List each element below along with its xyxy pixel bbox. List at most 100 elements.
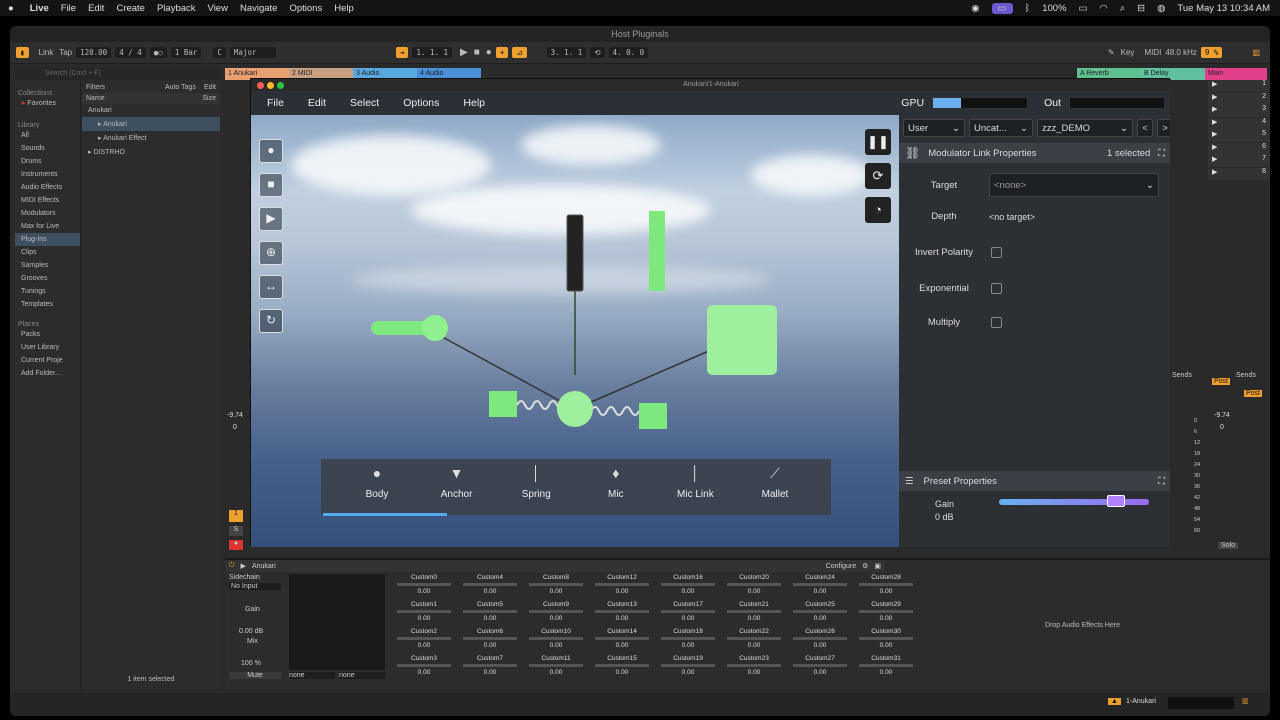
library-item-grooves[interactable]: Grooves (15, 272, 80, 285)
battery-icon[interactable]: ▭ (1079, 3, 1088, 14)
param-slider[interactable] (793, 610, 847, 613)
param-custom8[interactable]: Custom8 0.00 (523, 574, 589, 601)
io-meter-icon[interactable]: ▥ (1252, 48, 1260, 57)
scale-select[interactable]: Major (229, 47, 276, 58)
library-item-clips[interactable]: Clips (15, 246, 80, 259)
library-item-instruments[interactable]: Instruments (15, 168, 80, 181)
scene-play-icon[interactable]: ▶ (1212, 168, 1217, 180)
palette-body[interactable]: ● Body (347, 459, 407, 515)
main-track[interactable]: Main (1205, 68, 1267, 80)
param-value[interactable]: 0.00 (457, 615, 523, 622)
plugin-menu-options[interactable]: Options (403, 97, 439, 109)
tree-item-anukari-effect[interactable]: ▸ Anukari Effect (82, 131, 220, 145)
library-item-plug-ins[interactable]: Plug-Ins (15, 233, 80, 246)
param-value[interactable]: 0.00 (589, 615, 655, 622)
param-value[interactable]: 0.00 (721, 669, 787, 676)
scene-play-icon[interactable]: ▶ (1212, 105, 1217, 117)
param-value[interactable]: 0.00 (721, 615, 787, 622)
param-slider[interactable] (727, 583, 781, 586)
bluetooth-icon[interactable]: ᛒ (1025, 3, 1031, 14)
preset-category-select[interactable]: Uncat... ⌄ (969, 119, 1033, 137)
preset-bank-select[interactable]: User ⌄ (903, 119, 965, 137)
param-custom26[interactable]: Custom26 0.00 (787, 628, 853, 655)
key-map-button[interactable]: Key (1121, 48, 1135, 57)
param-slider[interactable] (595, 583, 649, 586)
library-item-midi-effects[interactable]: MIDI Effects (15, 194, 80, 207)
param-slider[interactable] (397, 664, 451, 667)
param-custom20[interactable]: Custom20 0.00 (721, 574, 787, 601)
menu-live[interactable]: Live (30, 3, 49, 14)
plugin-menu-select[interactable]: Select (350, 97, 379, 109)
param-custom6[interactable]: Custom6 0.00 (457, 628, 523, 655)
places-item-packs[interactable]: Packs (15, 328, 80, 341)
midi-map-button[interactable]: MIDI (1144, 48, 1161, 57)
library-item-tunings[interactable]: Tunings (15, 285, 80, 298)
scene-launch-2[interactable]: ▶ 2 (1208, 92, 1270, 105)
param-value[interactable]: 0.00 (391, 588, 457, 595)
position-field[interactable]: 1. 1. 1 (412, 47, 453, 58)
post-button-main[interactable]: Post (1244, 390, 1263, 397)
col-name[interactable]: Name (86, 95, 105, 102)
places-item-user-library[interactable]: User Library (15, 341, 80, 354)
search-icon[interactable]: ⌕ (1120, 3, 1125, 14)
param-slider[interactable] (397, 583, 451, 586)
sidechain-select[interactable]: No Input (229, 583, 281, 590)
menu-options[interactable]: Options (289, 3, 322, 14)
mix-value[interactable]: 100 % (241, 660, 261, 667)
draw-mode-icon[interactable]: ✎ (1108, 48, 1115, 57)
link-button[interactable]: Link (39, 48, 54, 57)
scene-play-icon[interactable]: ▶ (1212, 155, 1217, 167)
param-custom15[interactable]: Custom15 0.00 (589, 655, 655, 682)
param-value[interactable]: 0.00 (655, 588, 721, 595)
scene-launch-6[interactable]: ▶ 6 (1208, 142, 1270, 155)
param-custom14[interactable]: Custom14 0.00 (589, 628, 655, 655)
control-center-icon[interactable]: ▭ (991, 2, 1013, 14)
menu-help[interactable]: Help (334, 3, 354, 14)
camera-pan-icon[interactable]: ↔ (259, 275, 283, 299)
scene-launch-3[interactable]: ▶ 3 (1208, 105, 1270, 117)
library-item-all[interactable]: All (15, 129, 80, 142)
param-slider[interactable] (793, 664, 847, 667)
palette-anchor[interactable]: ▼ Anchor (427, 459, 487, 515)
toggle-icon[interactable]: ⊟ (1137, 3, 1145, 14)
param-custom19[interactable]: Custom19 0.00 (655, 655, 721, 682)
param-custom10[interactable]: Custom10 0.00 (523, 628, 589, 655)
loop-start-field[interactable]: 3. 1. 1 (546, 47, 587, 58)
prev-preset-button[interactable]: < (1137, 119, 1153, 137)
wifi-icon[interactable]: ◠ (1100, 3, 1108, 14)
param-slider[interactable] (661, 583, 715, 586)
favorites-item[interactable]: ● Favorites (15, 97, 80, 110)
param-value[interactable]: 0.00 (787, 588, 853, 595)
param-custom24[interactable]: Custom24 0.00 (787, 574, 853, 601)
filters-button[interactable]: Filters (86, 84, 105, 91)
multiply-checkbox[interactable] (991, 317, 1002, 328)
scene-play-icon[interactable]: ▶ (1212, 93, 1217, 105)
param-slider[interactable] (595, 664, 649, 667)
scene-launch-7[interactable]: ▶ 7 (1208, 155, 1270, 167)
automation-arm-button[interactable]: ⊿ (512, 47, 527, 58)
param-slider[interactable] (661, 610, 715, 613)
stop-button[interactable]: ■ (474, 47, 480, 58)
param-custom0[interactable]: Custom0 0.00 (391, 574, 457, 601)
menu-navigate[interactable]: Navigate (240, 3, 278, 14)
overview-button[interactable]: ▮ (16, 47, 29, 58)
param-value[interactable]: 0.00 (457, 588, 523, 595)
param-custom13[interactable]: Custom13 0.00 (589, 601, 655, 628)
param-custom5[interactable]: Custom5 0.00 (457, 601, 523, 628)
view-toggle-icon[interactable]: ▥ (1242, 697, 1249, 705)
param-slider[interactable] (793, 637, 847, 640)
param-value[interactable]: 0.00 (787, 669, 853, 676)
scene-launch-1[interactable]: ▶ 1 (1208, 80, 1270, 92)
param-slider[interactable] (463, 637, 517, 640)
tree-item-anukari[interactable]: ▸ Anukari (82, 117, 220, 131)
param-custom25[interactable]: Custom25 0.00 (787, 601, 853, 628)
minimize-window-icon[interactable] (267, 82, 274, 89)
signature-field[interactable]: 4 / 4 (115, 47, 146, 58)
arm-button[interactable]: ● (229, 540, 243, 550)
library-item-max-for-live[interactable]: Max for Live (15, 220, 80, 233)
configure-button[interactable]: Configure (826, 563, 856, 570)
apple-icon[interactable]: ● (8, 3, 14, 14)
mute-button[interactable]: Mute (229, 672, 281, 679)
param-value[interactable]: 0.00 (523, 588, 589, 595)
reset-simulation-icon[interactable]: ⟳ (865, 163, 891, 189)
